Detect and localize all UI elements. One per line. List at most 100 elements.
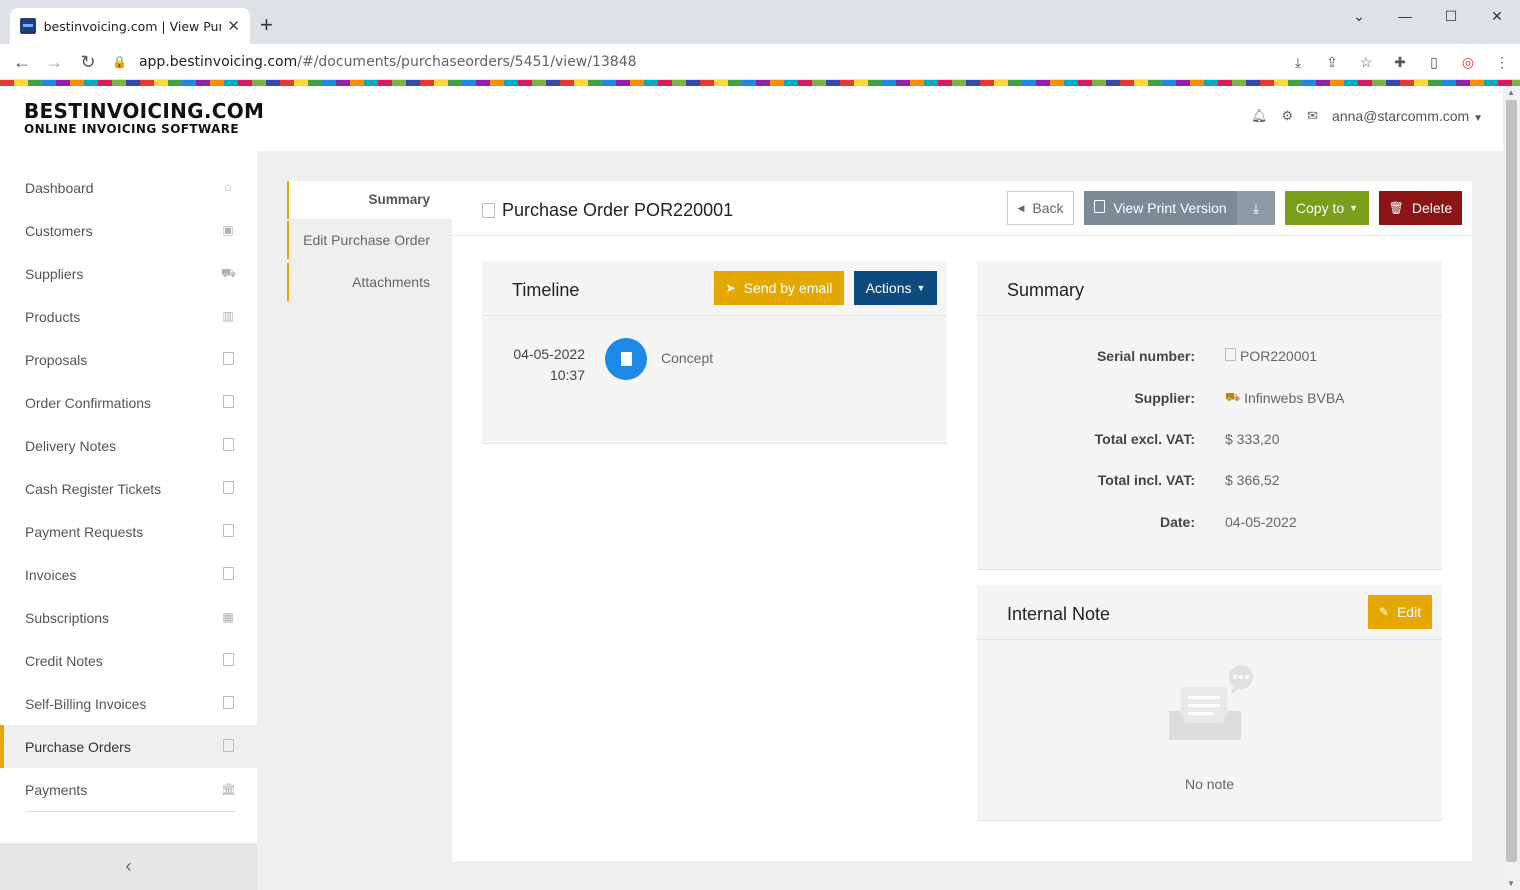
delete-button[interactable]: 🗑︎ Delete xyxy=(1379,191,1462,225)
trash-icon: 🗑︎ xyxy=(1388,201,1404,215)
pdf-file-icon xyxy=(221,395,235,409)
caret-left-icon: ◀ xyxy=(1017,202,1025,213)
sidebar-item-label: Products xyxy=(25,308,81,325)
envelope-icon[interactable]: ✉ xyxy=(1307,108,1318,124)
sidebar-item-payment-requests[interactable]: Payment Requests xyxy=(0,510,257,553)
sidebar-item-payments[interactable]: Payments 🏛︎ xyxy=(0,768,257,811)
note-header: Internal Note ✎ Edit xyxy=(977,585,1442,640)
sidebar-item-label: Cash Register Tickets xyxy=(25,480,162,497)
forward-arrow-icon[interactable]: → xyxy=(42,50,66,74)
reload-icon[interactable]: ↻ xyxy=(76,50,100,74)
sidebar: Dashboard ⌂ Customers ▣ Suppliers ⛟ Product… xyxy=(0,151,257,890)
scrollbar-thumb[interactable] xyxy=(1506,100,1517,862)
summary-panel: Summary Serial number: POR220001 Supplie… xyxy=(977,261,1442,570)
url-path: /#/documents/purchaseorders/5451/view/13… xyxy=(297,54,637,70)
sidebar-collapse-button[interactable]: ‹ xyxy=(0,843,257,890)
browser-menu-icon[interactable]: ⋮ xyxy=(1492,50,1512,74)
back-arrow-icon[interactable]: ← xyxy=(10,50,34,74)
bell-icon[interactable]: 🔔︎ xyxy=(1251,108,1268,124)
new-tab-icon[interactable]: + xyxy=(260,14,273,36)
toolbar-icons: ⤓ ⇪ ☆ ✚ ▯ ◎ ⋮ xyxy=(1288,50,1512,74)
copy-label: Copy to xyxy=(1295,200,1345,216)
page-scrollbar[interactable]: ▲ ▼ xyxy=(1503,86,1520,890)
main-card: Purchase Order POR220001 ◀ Back View Prin… xyxy=(452,181,1472,861)
sidebar-item-dashboard[interactable]: Dashboard ⌂ xyxy=(0,166,257,209)
actions-dropdown[interactable]: Actions ▼ xyxy=(854,271,937,305)
user-menu[interactable]: anna@starcomm.com ▼ xyxy=(1332,108,1483,124)
sidebar-item-credit-notes[interactable]: Credit Notes xyxy=(0,639,257,682)
minimize-icon[interactable]: — xyxy=(1382,0,1428,32)
user-area: 🔔︎ ⚙ ✉ anna@starcomm.com ▼ xyxy=(1251,108,1483,124)
summary-header: Summary xyxy=(977,261,1442,316)
barcode-icon: ▥ xyxy=(222,309,234,323)
download-button[interactable]: ⤓ xyxy=(1237,191,1275,225)
sidebar-item-self-billing-invoices[interactable]: Self-Billing Invoices xyxy=(0,682,257,725)
caret-down-icon: ▼ xyxy=(1473,113,1483,124)
sidebar-item-products[interactable]: Products ▥ xyxy=(0,295,257,338)
address-bar[interactable]: 🔒 app.bestinvoicing.com/#/documents/purc… xyxy=(112,50,1382,74)
tab-close-icon[interactable]: ✕ xyxy=(227,17,240,35)
timeline-header: Timeline ➤ Send by email Actions ▼ xyxy=(482,261,947,316)
scroll-up-icon[interactable]: ▲ xyxy=(1507,88,1515,97)
delete-label: Delete xyxy=(1411,200,1453,216)
settings-gears-icon[interactable]: ⚙ xyxy=(1281,108,1293,124)
timeline-title: Timeline xyxy=(512,280,580,300)
sidebar-item-label: Suppliers xyxy=(25,265,84,282)
sidebar-item-delivery-notes[interactable]: Delivery Notes xyxy=(0,424,257,467)
pdf-file-icon xyxy=(1225,348,1236,364)
sidebar-item-invoices[interactable]: Invoices xyxy=(0,553,257,596)
side-panel-icon[interactable]: ▯ xyxy=(1424,50,1444,74)
date-value: 04-05-2022 xyxy=(1225,514,1297,530)
tab-search-icon[interactable]: ⌄ xyxy=(1336,0,1382,32)
subnav-edit-purchase-order[interactable]: Edit Purchase Order xyxy=(287,221,452,259)
send-by-email-button[interactable]: ➤ Send by email xyxy=(714,271,844,305)
timeline-pdf-badge-icon[interactable] xyxy=(605,338,647,380)
bookmark-star-icon[interactable]: ☆ xyxy=(1356,50,1376,74)
view-print-version-button[interactable]: View Print Version xyxy=(1084,191,1237,225)
incl-vat-label: Total incl. VAT: xyxy=(1097,472,1195,488)
sidebar-item-cash-register-tickets[interactable]: Cash Register Tickets xyxy=(0,467,257,510)
timeline-entry-date: 04-05-2022 xyxy=(513,346,585,362)
subnav-attachments[interactable]: Attachments xyxy=(287,263,452,301)
pdf-file-icon xyxy=(221,352,235,366)
logo-line2: ONLINE INVOICING SOFTWARE xyxy=(24,122,240,136)
scroll-down-icon[interactable]: ▼ xyxy=(1507,879,1515,888)
page-title: Purchase Order POR220001 xyxy=(482,200,733,221)
subnav-summary[interactable]: Summary xyxy=(287,181,452,219)
window-controls: ⌄ — ☐ ✕ xyxy=(1336,0,1520,32)
back-button[interactable]: ◀ Back xyxy=(1007,191,1074,225)
user-email: anna@starcomm.com xyxy=(1332,108,1470,124)
extension-rings-icon[interactable]: ◎ xyxy=(1458,50,1478,74)
browser-tab[interactable]: bestinvoicing.com | View Purchase Order … xyxy=(10,8,250,44)
supplier-value-link[interactable]: ⛟ Infinwebs BVBA xyxy=(1225,390,1345,406)
chevron-down-icon: ▼ xyxy=(1349,203,1359,213)
sidebar-item-order-confirmations[interactable]: Order Confirmations xyxy=(0,381,257,424)
truck-icon: ⛟ xyxy=(221,266,237,280)
sidebar-item-proposals[interactable]: Proposals xyxy=(0,338,257,381)
copy-to-dropdown[interactable]: Copy to ▼ xyxy=(1285,191,1369,225)
edit-note-button[interactable]: ✎ Edit xyxy=(1368,595,1432,629)
sidebar-item-label: Order Confirmations xyxy=(25,394,152,411)
logo-line1: BESTINVOICING.COM xyxy=(24,99,265,123)
sidebar-item-label: Proposals xyxy=(25,351,88,368)
install-app-icon[interactable]: ⤓ xyxy=(1288,50,1308,74)
sidebar-item-customers[interactable]: Customers ▣ xyxy=(0,209,257,252)
actions-label: Actions xyxy=(865,280,912,296)
document-title-text: Purchase Order POR220001 xyxy=(502,200,734,220)
incl-vat-value: $ 366,52 xyxy=(1225,472,1280,488)
maximize-icon[interactable]: ☐ xyxy=(1428,0,1474,32)
share-icon[interactable]: ⇪ xyxy=(1322,50,1342,74)
extensions-puzzle-icon[interactable]: ✚ xyxy=(1390,50,1410,74)
summary-title: Summary xyxy=(1007,280,1085,300)
sidebar-item-label: Self-Billing Invoices xyxy=(25,695,147,712)
close-window-icon[interactable]: ✕ xyxy=(1474,0,1520,32)
serial-value-link[interactable]: POR220001 xyxy=(1225,348,1317,364)
date-label: Date: xyxy=(1159,514,1195,530)
timeline-entry-time: 10:37 xyxy=(549,367,585,383)
url-host: app.bestinvoicing.com xyxy=(138,54,298,70)
sidebar-item-subscriptions[interactable]: Subscriptions ▦ xyxy=(0,596,257,639)
app-logo[interactable]: BESTINVOICING.COM ONLINE INVOICING SOFTW… xyxy=(24,100,264,136)
sidebar-item-purchase-orders[interactable]: Purchase Orders xyxy=(0,725,257,768)
sidebar-item-suppliers[interactable]: Suppliers ⛟ xyxy=(0,252,257,295)
pdf-file-icon xyxy=(221,739,235,753)
